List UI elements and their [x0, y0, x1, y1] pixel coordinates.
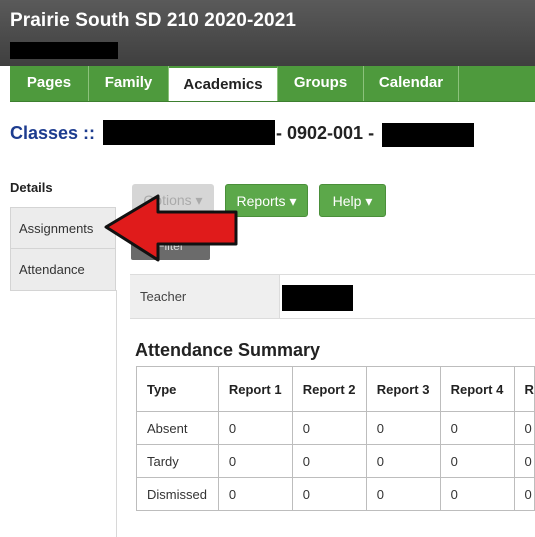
sidebar-divider: [116, 290, 117, 537]
table-cell: 0: [439, 444, 515, 478]
row-type-tardy: Tardy: [136, 444, 219, 478]
section-code: - 0902-001 -: [276, 123, 375, 143]
sidebar-item-attendance[interactable]: Attendance: [10, 249, 116, 291]
table-cell: 0: [439, 477, 515, 511]
school-title: Prairie South SD 210 2020-2021: [10, 10, 297, 31]
table-cell: 0: [513, 444, 535, 478]
options-button[interactable]: Options ▾: [132, 184, 214, 217]
table-cell: 0: [365, 477, 441, 511]
main-tab-bar: Pages Family Academics Groups Calendar: [10, 66, 535, 102]
column-header-type: Type: [136, 366, 219, 412]
table-cell: 0: [217, 477, 293, 511]
teacher-label: Teacher: [130, 275, 280, 318]
reports-button[interactable]: Reports ▾: [225, 184, 308, 217]
side-navigation: Details Assignments Attendance: [10, 170, 116, 537]
teacher-row: Teacher: [130, 274, 535, 319]
tab-family[interactable]: Family: [89, 66, 169, 101]
tab-groups[interactable]: Groups: [278, 66, 364, 101]
table-cell: 0: [365, 444, 441, 478]
column-header-report-3: Report 3: [365, 366, 441, 412]
redacted-teacher-name-header: [382, 123, 474, 147]
column-header-report-2: Report 2: [291, 366, 367, 412]
redacted-course-name: [103, 120, 275, 145]
filter-button[interactable]: Filter: [131, 232, 210, 260]
table-cell: 0: [291, 444, 367, 478]
breadcrumb-classes-link[interactable]: Classes ::: [10, 123, 95, 143]
table-row: Dismissed 0 0 0 0 0: [136, 477, 535, 511]
tab-calendar[interactable]: Calendar: [364, 66, 459, 101]
table-row: Tardy 0 0 0 0 0: [136, 444, 535, 478]
table-cell: 0: [365, 411, 441, 445]
table-cell: 0: [217, 411, 293, 445]
table-cell: 0: [291, 477, 367, 511]
table-header-row: Type Report 1 Report 2 Report 3 Report 4…: [136, 366, 535, 412]
tab-pages[interactable]: Pages: [10, 66, 89, 101]
tab-academics[interactable]: Academics: [169, 66, 278, 101]
redacted-user-name: [10, 42, 118, 59]
breadcrumb-section: - 0902-001 -: [276, 123, 374, 144]
table-cell: 0: [513, 477, 535, 511]
sidebar-heading-details[interactable]: Details: [10, 180, 53, 195]
row-type-absent: Absent: [136, 411, 219, 445]
table-row: Absent 0 0 0 0 0: [136, 411, 535, 445]
row-type-dismissed: Dismissed: [136, 477, 219, 511]
attendance-summary-table: Type Report 1 Report 2 Report 3 Report 4…: [136, 366, 535, 511]
help-button[interactable]: Help ▾: [319, 184, 386, 217]
attendance-summary-title: Attendance Summary: [135, 340, 321, 360]
redacted-teacher-name: [282, 285, 353, 311]
breadcrumb: Classes ::: [10, 123, 95, 144]
column-header-report-4: Report 4: [439, 366, 515, 412]
column-header-report-1: Report 1: [217, 366, 293, 412]
table-cell: 0: [217, 444, 293, 478]
sidebar-item-assignments[interactable]: Assignments: [10, 207, 116, 249]
table-cell: 0: [513, 411, 535, 445]
table-cell: 0: [291, 411, 367, 445]
column-header-report-5-partial: R: [513, 366, 535, 412]
table-cell: 0: [439, 411, 515, 445]
app-header: Prairie South SD 210 2020-2021: [0, 0, 535, 66]
